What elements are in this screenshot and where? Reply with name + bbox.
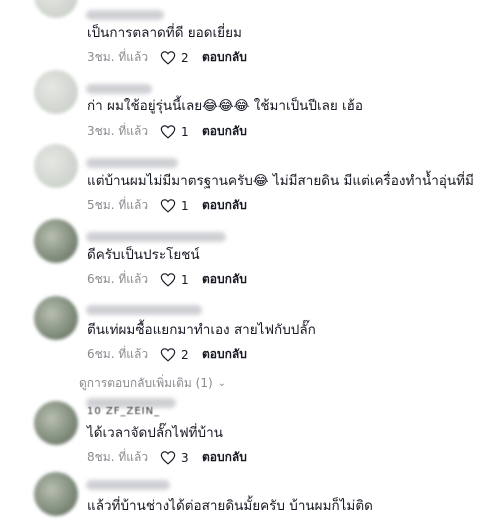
reply-button[interactable]: ตอบกลับ [202,48,247,67]
username[interactable] [86,10,164,20]
like-count: 3 [181,450,189,465]
username[interactable] [86,305,202,315]
heart-icon [160,125,176,139]
avatar[interactable] [34,296,78,340]
view-more-replies-label: ดูการตอบกลับเพิ่มเติม (1) [79,376,213,390]
comment-meta: 6ชม. ที่แล้ว 2 ตอบกลับ [87,345,247,364]
like-button[interactable]: 2 [160,50,202,65]
comment-time: 6ชม. ที่แล้ว [87,272,149,286]
heart-icon [160,199,176,213]
like-count: 1 [181,272,189,287]
comment-meta: 3ชม. ที่แล้ว 2 ตอบกลับ [87,48,247,67]
like-button[interactable]: 3 [160,450,202,465]
comment-text: แล้วที่บ้านช่างได้ต่อสายดินมั้ยครับ บ้าน… [87,498,373,514]
view-more-replies-button[interactable]: ดูการตอบกลับเพิ่มเติม (1) ⌄ [79,374,226,393]
comment-text: เป็นการตลาดที่ดี ยอดเยี่ยม [87,25,242,41]
like-button[interactable]: 1 [160,272,202,287]
heart-icon [160,273,176,287]
comment-meta: 6ชม. ที่แล้ว 1 ตอบกลับ [87,270,247,289]
comment-meta: 5ชม. ที่แล้ว 1 ตอบกลับ [87,196,247,215]
comment-meta: 8ชม. ที่แล้ว 3 ตอบกลับ [87,448,247,467]
heart-icon [160,51,176,65]
reply-button[interactable]: ตอบกลับ [202,122,247,141]
comment-text: ตีนเท่ผมซื้อแยกมาทำเอง สายไฟกับปลั๊ก [87,322,316,338]
reply-button[interactable]: ตอบกลับ [202,448,247,467]
username[interactable] [86,84,152,94]
comment-text: แต่บ้านผมไม่มีมาตรฐานครับ😂 ไม่มีสายดิน ม… [87,173,474,189]
avatar[interactable] [34,472,78,516]
like-count: 2 [181,50,189,65]
avatar[interactable] [34,219,78,263]
comment-text: ได้เวลาจัดปลั๊กไฟที่บ้าน [87,425,223,441]
like-button[interactable]: 1 [160,198,202,213]
comment-meta: 3ชม. ที่แล้ว 1 ตอบกลับ [87,122,247,141]
like-count: 1 [181,124,189,139]
comment-text: ดีครับเป็นประโยชน์ [87,247,200,263]
reply-button[interactable]: ตอบกลับ [202,345,247,364]
comment-time: 3ชม. ที่แล้ว [87,124,149,138]
like-button[interactable]: 1 [160,124,202,139]
avatar[interactable] [34,0,78,18]
like-button[interactable]: 2 [160,347,202,362]
comment-time: 3ชม. ที่แล้ว [87,50,149,64]
avatar[interactable] [34,70,78,114]
reply-button[interactable]: ตอบกลับ [202,270,247,289]
heart-icon [160,348,176,362]
chevron-down-icon: ⌄ [217,378,227,389]
like-count: 1 [181,198,189,213]
reply-button[interactable]: ตอบกลับ [202,196,247,215]
like-count: 2 [181,347,189,362]
username-text[interactable]: 10 ZF_ZEIN_ [87,406,160,417]
comment-text: ก่า ผมใช้อยู่รุ่นนี้เลย😂😂😂 ใช้มาเป็นปีเล… [87,98,364,114]
comment-time: 5ชม. ที่แล้ว [87,198,149,212]
username[interactable] [86,480,170,490]
avatar[interactable] [34,144,78,188]
heart-icon [160,451,176,465]
avatar[interactable] [34,401,78,445]
comment-time: 6ชม. ที่แล้ว [87,347,149,361]
username[interactable] [86,232,226,242]
comment-time: 8ชม. ที่แล้ว [87,450,149,464]
username[interactable] [86,158,178,168]
